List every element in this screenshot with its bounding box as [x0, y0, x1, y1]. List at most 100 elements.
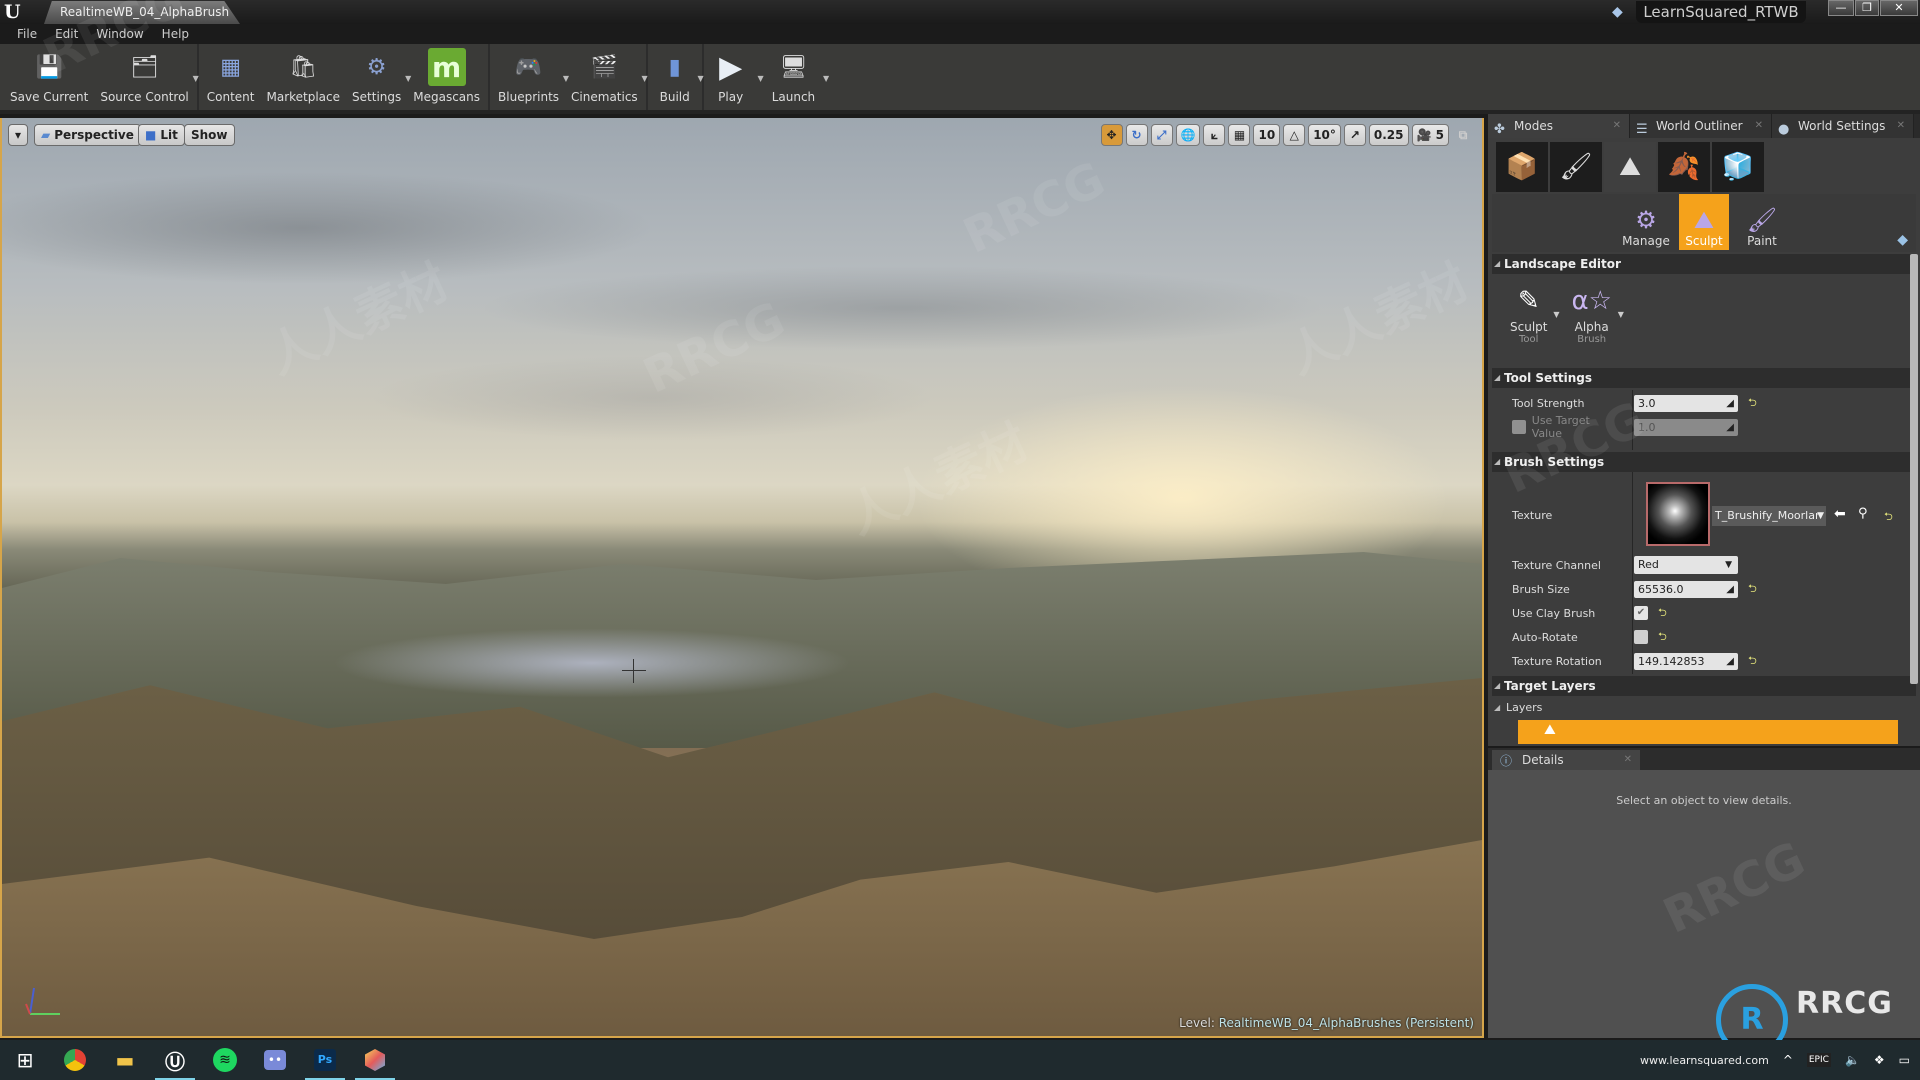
surface-snap-toggle[interactable]: ⟀ [1203, 124, 1226, 146]
chevron-down-icon[interactable]: ▼ [193, 74, 199, 83]
grid-snap-toggle[interactable]: ▦ [1228, 124, 1251, 146]
landscape-options-icon[interactable]: ◆ [1897, 232, 1908, 248]
scale-tool-button[interactable]: ⤢ [1150, 124, 1173, 146]
content-button[interactable]: ▦ Content [201, 44, 261, 110]
settings-button[interactable]: ⚙ Settings ▼ [346, 44, 411, 110]
paint-mode-button[interactable]: 🖌 [1550, 142, 1602, 192]
save-current-button[interactable]: 💾 Save Current [4, 44, 94, 110]
show-hidden-icon[interactable]: ^ [1783, 1053, 1793, 1067]
document-tab[interactable]: RealtimeWB_04_AlphaBrush [44, 1, 240, 24]
menu-help[interactable]: Help [153, 24, 198, 44]
lit-button[interactable]: ■ Lit [138, 124, 185, 146]
close-icon[interactable]: ✕ [1755, 114, 1763, 138]
translate-tool-button[interactable]: ✥ [1100, 124, 1123, 146]
foliage-mode-button[interactable]: 🍂 [1658, 142, 1710, 192]
blueprints-button[interactable]: 🎮 Blueprints ▼ [492, 44, 569, 110]
source-control-button[interactable]: 🗂 Source Control ▼ [94, 44, 198, 110]
reset-to-default-icon[interactable]: ⮌ [1884, 508, 1893, 527]
rotation-snap-toggle[interactable]: △ [1283, 124, 1306, 146]
reset-to-default-icon[interactable]: ⮌ [1748, 580, 1757, 599]
landscape-editor-header[interactable]: Landscape Editor [1492, 254, 1916, 274]
spin-handle-icon[interactable]: ◢ [1726, 395, 1734, 412]
rotation-snap-value[interactable]: 10° [1308, 124, 1341, 146]
texture-channel-dropdown[interactable]: Red ▼ [1634, 556, 1738, 574]
tab-details[interactable]: ⓘ Details ✕ [1492, 750, 1640, 770]
dropbox-icon[interactable]: ❖ [1874, 1053, 1885, 1067]
brush-settings-header[interactable]: Brush Settings [1492, 452, 1916, 472]
auto-rotate-checkbox[interactable] [1634, 630, 1648, 644]
close-icon[interactable]: ✕ [1624, 750, 1632, 770]
notifications-icon[interactable]: ▭ [1899, 1053, 1910, 1067]
spin-handle-icon[interactable]: ◢ [1726, 419, 1734, 436]
menu-file[interactable]: File [8, 24, 46, 44]
spin-handle-icon[interactable]: ◢ [1726, 581, 1734, 598]
epic-games-icon[interactable]: EPIC [1806, 1053, 1831, 1067]
start-button[interactable]: ⊞ [0, 1040, 50, 1080]
texture-rotation-field[interactable]: 149.142853 ◢ [1634, 652, 1738, 670]
place-mode-button[interactable]: 📦 [1496, 142, 1548, 192]
grid-snap-value[interactable]: 10 [1253, 124, 1281, 146]
use-target-field[interactable]: 1.0 ◢ [1634, 418, 1738, 436]
chevron-down-icon[interactable]: ▼ [1553, 310, 1559, 319]
landscape-mode-button[interactable]: ⛰ [1604, 142, 1656, 192]
tool-settings-header[interactable]: Tool Settings [1492, 368, 1916, 388]
taskbar-file-explorer[interactable]: ▬ [100, 1040, 150, 1080]
modes-panel-scrollbar[interactable] [1910, 254, 1918, 684]
scale-snap-value[interactable]: 0.25 [1368, 124, 1409, 146]
target-layers-header[interactable]: Target Layers [1492, 676, 1916, 696]
use-clay-brush-checkbox[interactable]: ✔ [1634, 606, 1648, 620]
maximize-viewport-button[interactable]: ⧉ [1452, 124, 1474, 146]
level-viewport[interactable]: ▾ ▰ Perspective ■ Lit Show ✥ ↻ ⤢ 🌐 ⟀ ▦ 1… [0, 118, 1484, 1038]
tab-world-settings[interactable]: ● World Settings ✕ [1772, 114, 1914, 138]
alpha-brush-selector[interactable]: α☆ Alpha Brush ▼ [1571, 286, 1623, 345]
alpha-texture-thumbnail[interactable] [1646, 482, 1710, 546]
menu-edit[interactable]: Edit [46, 24, 87, 44]
chevron-down-icon[interactable]: ▼ [823, 74, 829, 83]
minimize-button[interactable]: — [1828, 0, 1854, 16]
manage-mode-button[interactable]: ⚙ Manage [1621, 194, 1671, 250]
maximize-button[interactable]: ❐ [1855, 0, 1879, 16]
browse-asset-icon[interactable]: ⚲ [1858, 506, 1868, 521]
build-button[interactable]: ▮ Build ▼ [650, 44, 704, 110]
taskbar-chrome[interactable] [50, 1040, 100, 1080]
use-target-checkbox[interactable] [1512, 420, 1526, 434]
chevron-down-icon[interactable]: ▼ [642, 74, 648, 83]
scale-snap-toggle[interactable]: ↗ [1343, 124, 1366, 146]
reset-to-default-icon[interactable]: ⮌ [1748, 652, 1757, 671]
volume-icon[interactable]: 🔈 [1845, 1053, 1860, 1067]
geometry-mode-button[interactable]: 🧊 [1712, 142, 1764, 192]
taskbar-discord[interactable]: •• [250, 1040, 300, 1080]
texture-asset-picker[interactable]: T_Brushify_Moorlar ▼ [1712, 506, 1826, 526]
paint-mode-tab-button[interactable]: 🖌 Paint [1737, 194, 1787, 250]
sculpt-mode-button[interactable]: ⛰ Sculpt [1679, 194, 1729, 250]
taskbar-spotify[interactable]: ≋ [200, 1040, 250, 1080]
layer-item-selected[interactable]: ⛰ [1518, 720, 1898, 744]
perspective-button[interactable]: ▰ Perspective [34, 124, 141, 146]
chevron-down-icon[interactable]: ▼ [1618, 310, 1624, 319]
viewport-options-button[interactable]: ▾ [8, 124, 28, 146]
chevron-down-icon[interactable]: ▼ [698, 74, 704, 83]
cinematics-button[interactable]: 🎬 Cinematics ▼ [565, 44, 648, 110]
reset-to-default-icon[interactable]: ⮌ [1748, 394, 1757, 413]
camera-speed-button[interactable]: 🎥 5 [1411, 124, 1449, 146]
rotate-tool-button[interactable]: ↻ [1125, 124, 1148, 146]
tab-world-outliner[interactable]: ☰ World Outliner ✕ [1630, 114, 1772, 138]
play-button[interactable]: ▶ Play ▼ [706, 44, 766, 110]
reset-to-default-icon[interactable]: ⮌ [1658, 628, 1667, 647]
close-icon[interactable]: ✕ [1897, 114, 1905, 138]
world-local-toggle[interactable]: 🌐 [1175, 124, 1201, 146]
chevron-down-icon[interactable]: ▼ [758, 74, 764, 83]
use-selected-asset-icon[interactable]: ⬅ [1834, 506, 1846, 522]
tab-modes[interactable]: ✤ Modes ✕ [1488, 114, 1630, 138]
tool-strength-field[interactable]: 3.0 ◢ [1634, 394, 1738, 412]
taskbar-app[interactable] [350, 1040, 400, 1080]
close-button[interactable]: ✕ [1880, 0, 1918, 16]
launch-button[interactable]: 🖥 Launch ▼ [766, 44, 831, 110]
sculpt-tool-selector[interactable]: ✎ Sculpt Tool ▼ [1510, 286, 1559, 345]
show-button[interactable]: Show [184, 124, 235, 146]
marketplace-button[interactable]: 🛍 Marketplace [260, 44, 346, 110]
megascans-button[interactable]: m Megascans [407, 44, 486, 110]
reset-to-default-icon[interactable]: ⮌ [1658, 604, 1667, 623]
layers-group[interactable]: Layers [1492, 698, 1916, 718]
menu-window[interactable]: Window [87, 24, 152, 44]
